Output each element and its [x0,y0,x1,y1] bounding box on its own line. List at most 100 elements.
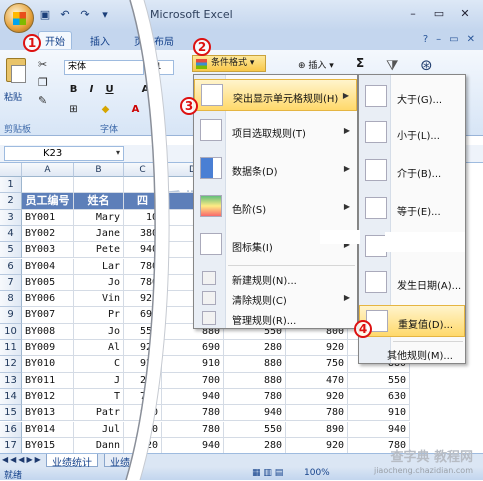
table-cell[interactable]: 630 [348,388,410,406]
table-cell[interactable]: 700 [162,372,224,389]
insert-cells-button[interactable]: ⊕ 插入 ▾ [298,58,334,71]
table-cell[interactable]: 780 [124,388,162,406]
cut-icon[interactable]: ✂ [38,58,47,71]
row-header[interactable]: 8 [0,291,22,308]
table-cell[interactable]: 780 [162,421,224,438]
table-cell[interactable]: Vin [74,291,124,308]
submenu-greater-than[interactable]: 大于(G)... [359,81,465,113]
table-cell[interactable]: BY009 [22,340,74,357]
table-cell[interactable]: 780 [162,405,224,422]
copy-icon[interactable]: ❐ [38,76,48,89]
table-cell[interactable]: Lar [74,258,124,275]
autosum-icon[interactable]: Σ [356,56,364,70]
column-header[interactable]: C [124,163,162,177]
table-cell[interactable]: 280 [224,340,286,357]
grow-font-button[interactable]: A [138,82,153,97]
table-cell[interactable]: 940 [162,388,224,406]
row-header[interactable]: 11 [0,340,22,357]
underline-button[interactable]: U [102,82,117,97]
table-cell[interactable]: 940 [124,242,162,259]
table-cell[interactable]: BY012 [22,388,74,406]
table-cell[interactable]: 920 [124,340,162,357]
column-header[interactable]: A [22,163,74,177]
sort-filter-icon[interactable]: ⧩ [386,58,399,74]
sheet-nav-icons[interactable]: ◀◀◀▶▶ [2,455,43,464]
font-size-select[interactable]: 11 [146,60,174,75]
save-icon[interactable]: ▣ [38,8,52,21]
tab-home[interactable]: 开始 [38,31,72,49]
table-cell[interactable]: BY001 [22,209,74,226]
help-icon[interactable]: ? [423,34,428,45]
row-header[interactable]: 3 [0,209,22,226]
table-cell[interactable]: Jul [74,421,124,438]
table-cell[interactable]: 920 [286,340,348,357]
table-cell[interactable]: BY002 [22,225,74,243]
sheet-tab-second[interactable]: 业绩 [104,454,136,469]
name-box-dropdown-icon[interactable]: ▾ [116,148,120,157]
row-header[interactable]: 4 [0,225,22,243]
table-cell[interactable]: 690 [124,307,162,324]
close-icon[interactable]: ✕ [453,6,477,22]
table-cell[interactable]: BY003 [22,242,74,259]
paste-icon[interactable] [6,58,26,83]
table-cell[interactable]: T [74,388,124,406]
table-cell[interactable]: 920 [124,356,162,373]
italic-button[interactable]: I [84,82,99,97]
conditional-formatting-button[interactable]: 条件格式 ▾ [192,55,266,72]
table-cell[interactable]: 940 [224,405,286,422]
menu-item-top-bottom-rules[interactable]: 项目选取规则(T) ▶ [194,115,357,147]
format-painter-icon[interactable]: ✎ [38,94,47,107]
table-cell[interactable]: J [74,372,124,389]
table-cell[interactable]: 940 [348,421,410,438]
row-header[interactable]: 13 [0,372,22,389]
submenu-duplicate-values[interactable]: 重复值(D)... [359,305,465,337]
table-cell[interactable]: BY014 [22,421,74,438]
fill-color-icon[interactable]: ◆ [98,102,113,117]
table-cell[interactable]: Dann [74,437,124,453]
submenu-more-rules[interactable]: 其他规则(M)... [359,343,465,363]
table-cell[interactable]: 690 [162,340,224,357]
menu-item-color-scales[interactable]: 色阶(S) ▶ [194,191,357,223]
table-cell[interactable]: 920 [124,291,162,308]
table-cell[interactable]: 690 [124,405,162,422]
menu-item-clear-rules[interactable]: 清除规则(C) ▶ [194,288,357,308]
table-cell[interactable]: 750 [286,356,348,373]
table-cell[interactable]: BY015 [22,437,74,453]
table-cell[interactable]: 780 [224,388,286,406]
table-cell[interactable]: 780 [124,274,162,292]
row-header[interactable]: 14 [0,388,22,406]
table-header-cell[interactable]: 四 [124,193,162,210]
table-cell[interactable]: Jo [74,323,124,340]
table-cell[interactable] [22,177,74,194]
submenu-between[interactable]: 介于(B)... [359,155,465,187]
ribbon-close-icon[interactable]: ✕ [467,34,475,45]
table-cell[interactable]: 890 [286,421,348,438]
table-cell[interactable]: BY007 [22,307,74,324]
zoom-level[interactable]: 100% [304,468,330,478]
table-cell[interactable]: BY013 [22,405,74,422]
table-cell[interactable]: Pete [74,242,124,259]
table-cell[interactable]: BY004 [22,258,74,275]
table-cell[interactable]: 920 [286,388,348,406]
table-cell[interactable]: BY010 [22,356,74,373]
font-color-icon[interactable]: A [128,102,143,117]
submenu-date-occurring[interactable]: 发生日期(A)... [359,267,465,299]
table-cell[interactable]: BY006 [22,291,74,308]
customize-icon[interactable]: ▾ [98,8,112,21]
table-cell[interactable]: 780 [286,405,348,422]
row-header[interactable]: 10 [0,323,22,340]
maximize-icon[interactable]: ▭ [427,6,451,22]
table-cell[interactable]: 470 [286,372,348,389]
table-cell[interactable]: Patr [74,405,124,422]
table-cell[interactable]: 550 [224,421,286,438]
row-header[interactable]: 16 [0,421,22,438]
table-cell[interactable]: 550 [348,372,410,389]
row-header[interactable]: 5 [0,242,22,259]
table-cell[interactable] [124,177,162,194]
table-cell[interactable]: Al [74,340,124,357]
menu-item-highlight-rules[interactable]: 突出显示单元格规则(H) ▶ [194,79,357,111]
table-cell[interactable]: Pr [74,307,124,324]
column-header[interactable]: B [74,163,124,177]
table-cell[interactable]: BY005 [22,274,74,292]
table-cell[interactable]: 880 [224,356,286,373]
